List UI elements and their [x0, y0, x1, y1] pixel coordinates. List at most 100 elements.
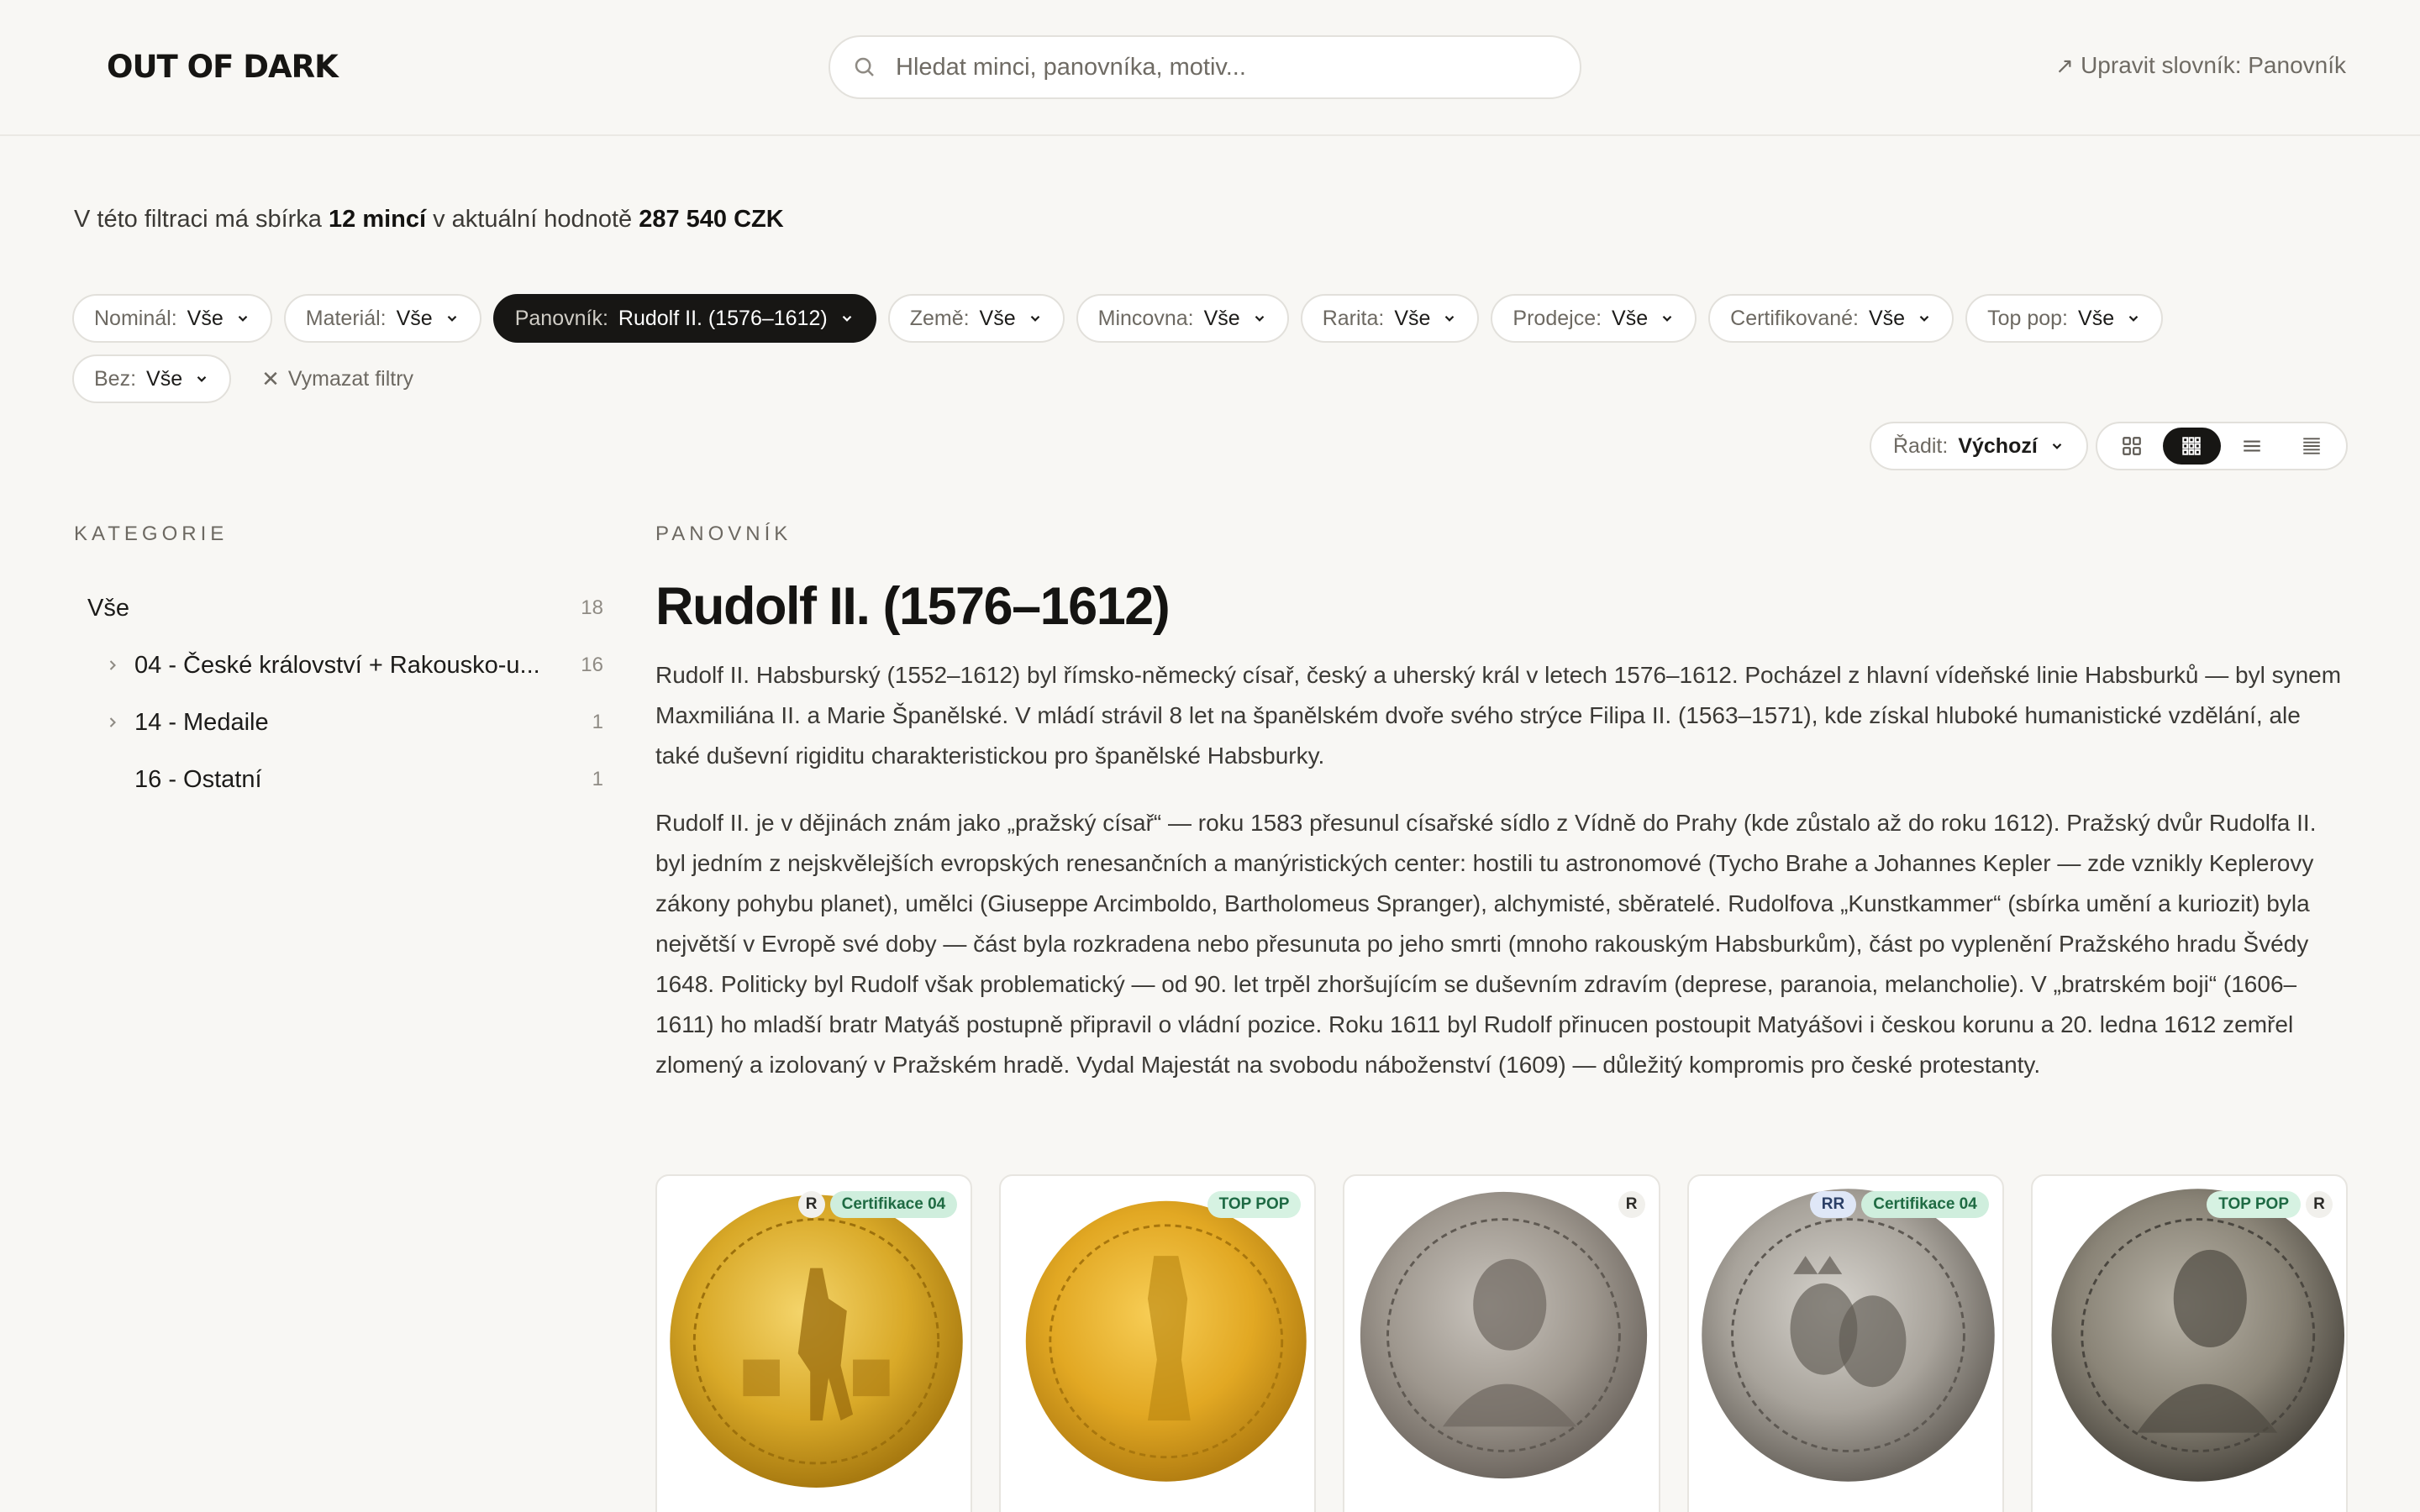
rarity-badge: R	[1618, 1191, 1645, 1218]
edit-dictionary-link[interactable]: ↗ Upravit slovník: Panovník	[2055, 52, 2346, 79]
filter-value: Vše	[1869, 306, 1906, 330]
top-pop-badge: TOP POP	[1207, 1191, 1302, 1218]
category-sidebar: KATEGORIE Vše 18 04 - České království +…	[74, 522, 603, 808]
section-kicker: PANOVNÍK	[655, 522, 792, 545]
dense-list-view-button[interactable]	[2283, 428, 2342, 465]
filter-material[interactable]: Materiál: Vše	[283, 294, 481, 343]
category-label: 04 - České království + Rakousko-u...	[134, 651, 540, 679]
chevron-down-icon	[1662, 315, 1672, 322]
summary-middle: v aktuální hodnotě	[426, 206, 639, 233]
summary-value: 287 540 CZK	[639, 206, 784, 233]
filter-value: Vše	[1612, 306, 1649, 330]
filter-mint[interactable]: Mincovna: Vše	[1076, 294, 1289, 343]
filter-label: Panovník:	[514, 306, 608, 330]
clear-filters-button[interactable]: ✕ Vymazat filtry	[261, 366, 413, 392]
filter-value: Vše	[2078, 306, 2115, 330]
filter-value: Vše	[146, 366, 183, 391]
silver-thaler-dark-icon	[2051, 1189, 2344, 1482]
badge-group: TOP POP R	[2207, 1191, 2333, 1218]
chevron-right-icon[interactable]	[104, 714, 121, 731]
filter-value: Rudolf II. (1576–1612)	[618, 306, 828, 330]
filter-bar: Nominál: Vše Materiál: Vše Panovník: Rudolf…	[72, 294, 2358, 415]
edit-dictionary-label: Upravit slovník: Panovník	[2081, 52, 2346, 78]
filter-ruler[interactable]: Panovník: Rudolf II. (1576–1612)	[492, 294, 876, 343]
chevron-down-icon	[2128, 315, 2139, 322]
collection-summary: V této filtraci má sbírka 12 mincí v akt…	[74, 206, 784, 234]
chevron-down-icon	[1030, 315, 1039, 322]
filter-value: Vše	[187, 306, 224, 330]
bio-paragraph: Rudolf II. je v dějinách znám jako „praž…	[655, 810, 2317, 1078]
category-item-14[interactable]: 14 - Medaile 1	[74, 694, 603, 751]
category-item-all[interactable]: Vše 18	[74, 580, 603, 637]
filter-label: Prodejce:	[1512, 306, 1602, 330]
filter-value: Vše	[1394, 306, 1431, 330]
category-count: 1	[592, 711, 603, 733]
category-label: 14 - Medaile	[134, 708, 269, 736]
chevron-down-icon	[1255, 315, 1264, 322]
coin-card[interactable]: R Certifikace 04	[655, 1174, 973, 1512]
close-icon: ✕	[261, 365, 280, 391]
silver-double-portrait-icon	[1701, 1189, 1995, 1482]
grid-large-view-button[interactable]	[2102, 428, 2161, 465]
coin-grid: R Certifikace 04 TOP POP R RR Certifikac…	[655, 1174, 2349, 1512]
silver-thaler-portrait-icon	[1360, 1191, 1648, 1479]
ruler-biography: Rudolf II. Habsburský (1552–1612) byl ří…	[655, 655, 2348, 1085]
sort-dropdown[interactable]: Řadit: Výchozí	[1870, 422, 2088, 470]
category-item-04[interactable]: 04 - České království + Rakousko-u... 16	[74, 637, 603, 694]
filter-label: Rarita:	[1322, 306, 1385, 330]
list-view-button[interactable]	[2223, 428, 2281, 465]
sort-value: Výchozí	[1958, 433, 2038, 458]
category-label: 16 - Ostatní	[134, 765, 262, 793]
chevron-down-icon	[238, 315, 248, 322]
category-count: 16	[581, 654, 603, 676]
filter-certified[interactable]: Certifikované: Vše	[1708, 294, 1954, 343]
coin-card[interactable]: TOP POP R	[2030, 1174, 2349, 1512]
chevron-down-icon	[842, 315, 851, 322]
grid-large-icon	[2122, 437, 2141, 455]
filter-row: Bez: Vše ✕ Vymazat filtry	[72, 354, 2358, 403]
clear-filters-label: Vymazat filtry	[287, 366, 414, 391]
coin-card[interactable]: TOP POP	[999, 1174, 1317, 1512]
category-count: 18	[581, 596, 603, 619]
ruler-detail: PANOVNÍK Rudolf II. (1576–1612) Rudolf I…	[655, 522, 2348, 1112]
badge-group: TOP POP	[1207, 1191, 1302, 1218]
badge-group: RR Certifikace 04	[1809, 1191, 1989, 1218]
coin-card[interactable]: R	[1343, 1174, 1660, 1512]
filter-label: Nominál:	[94, 306, 177, 330]
filter-without[interactable]: Bez: Vše	[72, 354, 232, 403]
filter-value: Vše	[979, 306, 1016, 330]
chevron-down-icon	[1919, 315, 1929, 322]
badge-group: R Certifikace 04	[797, 1191, 958, 1218]
chevron-down-icon	[1445, 315, 1455, 322]
filter-row: Nominál: Vše Materiál: Vše Panovník: Rudolf…	[72, 294, 2358, 343]
filter-top-pop[interactable]: Top pop: Vše	[1965, 294, 2164, 343]
badge-group: R	[1618, 1191, 1645, 1218]
filter-nominal[interactable]: Nominál: Vše	[72, 294, 272, 343]
filter-country[interactable]: Země: Vše	[887, 294, 1065, 343]
filter-label: Bez:	[94, 366, 137, 391]
filter-label: Materiál:	[305, 306, 387, 330]
search-input[interactable]	[896, 53, 1551, 81]
coin-card[interactable]: RR Certifikace 04	[1686, 1174, 2004, 1512]
filter-rarity[interactable]: Rarita: Vše	[1300, 294, 1480, 343]
category-item-16[interactable]: 16 - Ostatní 1	[74, 751, 603, 808]
rarity-badge: RR	[1809, 1191, 1857, 1218]
certification-badge: Certifikace 04	[1861, 1191, 1989, 1218]
grid-small-view-button[interactable]	[2162, 428, 2221, 465]
chevron-down-icon	[447, 315, 457, 322]
dense-list-icon	[2303, 438, 2320, 454]
search-box[interactable]	[829, 35, 1581, 99]
chevron-right-icon[interactable]	[104, 657, 121, 674]
list-icon	[2244, 440, 2260, 452]
chevron-down-icon	[2052, 443, 2062, 449]
rarity-badge: R	[2306, 1191, 2333, 1218]
filter-label: Certifikované:	[1730, 306, 1859, 330]
sort-label: Řadit:	[1893, 433, 1949, 458]
logo[interactable]: OUT OF DARK	[107, 49, 339, 85]
page: OUT OF DARK ↗ Upravit slovník: Panovník …	[0, 0, 2420, 1512]
filter-seller[interactable]: Prodejce: Vše	[1491, 294, 1697, 343]
filter-value: Vše	[396, 306, 433, 330]
filter-label: Top pop:	[1987, 306, 2069, 330]
page-title: Rudolf II. (1576–1612)	[655, 577, 1171, 636]
category-label: Vše	[87, 594, 129, 622]
